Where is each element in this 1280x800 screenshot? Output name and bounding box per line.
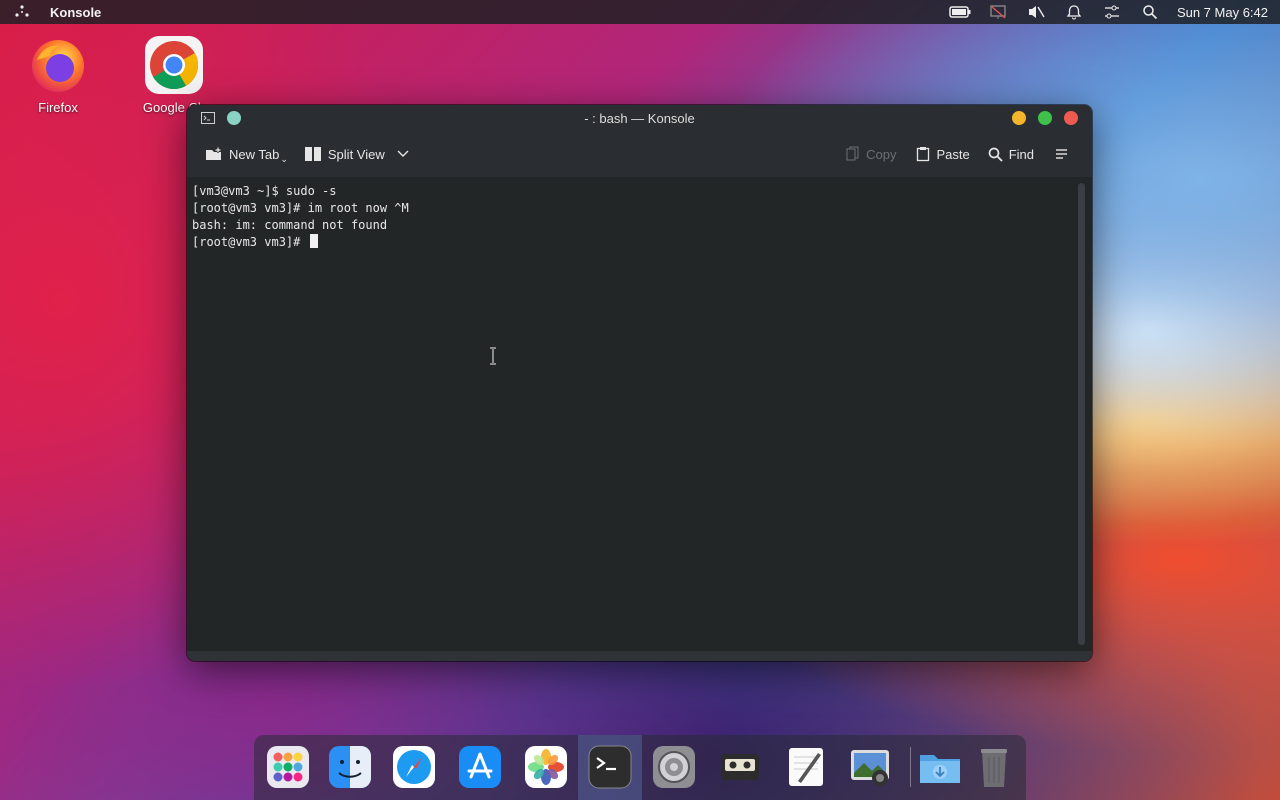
- settings-sliders-icon[interactable]: [1093, 0, 1131, 24]
- dock-separator: [910, 747, 911, 787]
- safari-icon[interactable]: [392, 745, 436, 789]
- dock: [254, 735, 1026, 800]
- window-titlebar[interactable]: - : bash — Konsole: [187, 105, 1092, 131]
- find-label: Find: [1008, 146, 1034, 162]
- window-title: - : bash — Konsole: [584, 110, 695, 126]
- new-tab-button[interactable]: New Tab ⌄: [199, 139, 294, 169]
- konsole-toolbar: New Tab ⌄ Split View Copy Paste Find: [187, 131, 1092, 178]
- firefox-icon: [29, 36, 87, 94]
- terminal-view[interactable]: [vm3@vm3 ~]$ sudo -s [root@vm3 vm3]# im …: [187, 177, 1092, 651]
- copy-icon: [846, 146, 859, 161]
- window-menu-icon[interactable]: [201, 112, 215, 124]
- minimize-button[interactable]: [1012, 111, 1026, 125]
- find-button[interactable]: Find: [982, 139, 1040, 169]
- chevron-down-icon: ⌄: [280, 153, 288, 164]
- split-view-icon: [304, 147, 321, 161]
- terminal-line: bash: im: command not found: [192, 218, 388, 232]
- search-icon: [988, 147, 1003, 162]
- copy-button[interactable]: Copy: [840, 139, 902, 169]
- maximize-button[interactable]: [1038, 111, 1052, 125]
- paste-button[interactable]: Paste: [910, 139, 975, 169]
- copy-label: Copy: [866, 146, 897, 162]
- paste-label: Paste: [936, 146, 970, 162]
- screenshot-icon[interactable]: [848, 745, 892, 789]
- launchpad-icon[interactable]: [266, 745, 310, 789]
- desktop-icon-firefox[interactable]: Firefox: [8, 36, 108, 115]
- chevron-down-icon: [397, 150, 409, 157]
- active-app-name[interactable]: Konsole: [50, 5, 101, 20]
- top-panel: Konsole Sun 7 May 6:42: [0, 0, 1280, 24]
- application-launcher-icon[interactable]: [12, 2, 32, 22]
- konsole-window: - : bash — Konsole New Tab ⌄ Split View …: [187, 105, 1092, 661]
- new-tab-label: New Tab: [229, 146, 280, 162]
- network-icon[interactable]: [979, 0, 1017, 24]
- terminal-line: [vm3@vm3 ~]$ sudo -s: [192, 184, 337, 198]
- text-cursor: [309, 234, 318, 248]
- terminal-icon[interactable]: [588, 745, 632, 789]
- system-settings-icon[interactable]: [652, 745, 696, 789]
- trash-icon[interactable]: [972, 745, 1016, 789]
- volume-muted-icon[interactable]: [1017, 0, 1055, 24]
- new-tab-icon: [206, 147, 221, 160]
- finder-icon[interactable]: [328, 745, 372, 789]
- terminal-prompt-line[interactable]: [root@vm3 vm3]#: [192, 234, 409, 251]
- terminal-scrollbar[interactable]: [1078, 183, 1085, 645]
- terminal-prompt: [root@vm3 vm3]#: [192, 235, 308, 249]
- search-icon[interactable]: [1131, 0, 1169, 24]
- keep-on-all-desktops-button[interactable]: [227, 111, 241, 125]
- cassette-player-icon[interactable]: [718, 745, 762, 789]
- photos-icon[interactable]: [524, 745, 568, 789]
- paste-icon: [917, 147, 930, 162]
- close-button[interactable]: [1064, 111, 1078, 125]
- downloads-folder-icon[interactable]: [918, 745, 962, 789]
- desktop-icon-label: Firefox: [38, 100, 78, 115]
- battery-icon[interactable]: [941, 0, 979, 24]
- hamburger-menu-icon: [1056, 149, 1067, 159]
- terminal-output: [vm3@vm3 ~]$ sudo -s [root@vm3 vm3]# im …: [192, 183, 409, 251]
- notifications-icon[interactable]: [1055, 0, 1093, 24]
- system-tray: Sun 7 May 6:42: [941, 0, 1280, 24]
- app-store-icon[interactable]: [458, 745, 502, 789]
- window-bottom-edge: [187, 651, 1092, 661]
- hamburger-menu-button[interactable]: [1050, 139, 1080, 169]
- split-view-label: Split View: [327, 146, 385, 162]
- terminal-line: [root@vm3 vm3]# im root now ^M: [192, 201, 409, 215]
- ibeam-mouse-cursor-icon: [489, 347, 497, 368]
- chrome-icon: [145, 36, 203, 94]
- text-editor-icon[interactable]: [784, 745, 828, 789]
- split-view-button[interactable]: Split View: [298, 139, 421, 169]
- clock[interactable]: Sun 7 May 6:42: [1177, 5, 1268, 20]
- desktop-icon-chrome[interactable]: Google Ch: [124, 36, 224, 115]
